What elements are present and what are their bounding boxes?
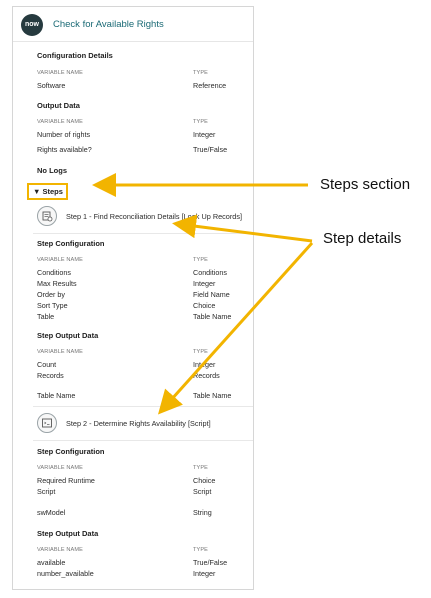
step-1-details-arrow (172, 214, 313, 243)
step-2-details-arrow (157, 241, 314, 415)
annotation-arrows (92, 173, 314, 415)
steps-section-callout: Steps section (320, 176, 411, 193)
step-details-callout: Step details (323, 230, 402, 247)
